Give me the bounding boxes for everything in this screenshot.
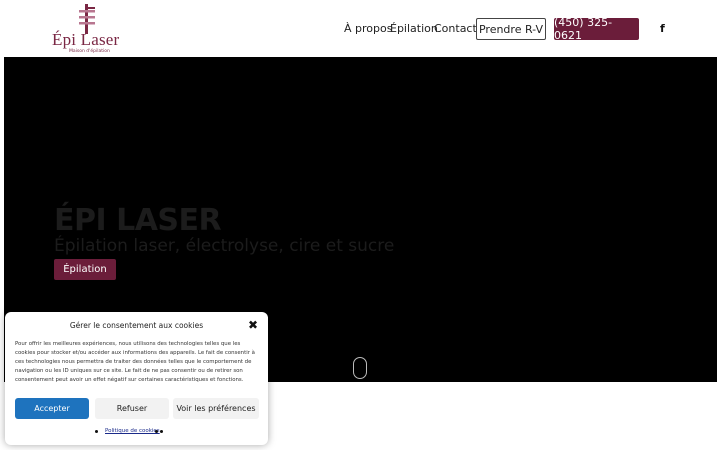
close-icon[interactable]: ✖: [248, 318, 258, 332]
preferences-button[interactable]: Voir les préférences: [173, 398, 259, 419]
cookie-dialog-text: Pour offrir les meilleures expériences, …: [15, 341, 255, 383]
cookie-consent-dialog: Gérer le consentement aux cookies ✖ Pour…: [5, 312, 268, 445]
logo-text: Épi Laser: [52, 30, 120, 49]
hero-title: ÉPI LASER: [54, 203, 222, 238]
nav-link-contact[interactable]: Contact: [434, 22, 477, 35]
cookie-policy-link[interactable]: Politique de cookies: [105, 428, 160, 434]
facebook-icon[interactable]: f: [660, 22, 665, 35]
hero-epilation-button[interactable]: Épilation: [54, 259, 116, 280]
bullet-dot: [95, 430, 98, 433]
logo[interactable]: Épi Laser Maison d'épilation: [52, 4, 126, 54]
accept-button[interactable]: Accepter: [15, 398, 89, 419]
book-appointment-button[interactable]: Prendre R-V: [476, 18, 546, 40]
phone-button[interactable]: (450) 325-0621: [554, 16, 639, 42]
logo-tagline: Maison d'épilation: [69, 49, 110, 54]
refuse-button[interactable]: Refuser: [95, 398, 169, 419]
nav-link-epilation[interactable]: Épilation: [390, 22, 438, 35]
bullet-dot: [155, 430, 158, 433]
nav-link-a-propos[interactable]: À propos: [344, 22, 392, 35]
cookie-dialog-title: Gérer le consentement aux cookies: [69, 321, 204, 330]
scroll-down-icon[interactable]: [353, 357, 367, 379]
site-header: Épi Laser Maison d'épilation À propos Ép…: [0, 0, 720, 57]
bullet-dot: [160, 430, 163, 433]
hero-subtitle: Épilation laser, électrolyse, cire et su…: [54, 236, 395, 256]
